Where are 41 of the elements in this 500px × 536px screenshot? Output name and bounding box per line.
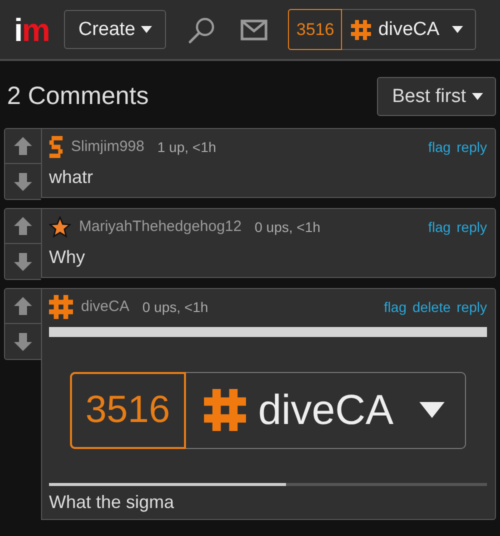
downvote-arrow-icon [13,252,33,272]
comment-meta: 0 ups, <1h [142,298,208,314]
user-badge[interactable]: 3516 diveCA [288,9,476,50]
pixel-avatar-icon [49,136,63,158]
points-count: 3516 [288,9,342,50]
comment-action-link[interactable]: reply [456,218,487,234]
caret-icon [419,402,446,418]
hash-avatar-icon [351,20,372,40]
comment-username[interactable]: Slimjim998 [71,138,144,155]
downvote-arrow-icon [13,172,33,192]
upvote-arrow-icon [13,296,33,316]
comment-action-link[interactable]: flag [384,298,406,314]
comments-title: 2 Comments [7,82,149,111]
upvote-arrow-icon [13,136,33,156]
upvote-arrow-icon [13,216,33,236]
comment-username[interactable]: MariyahThehedgehog12 [79,218,242,235]
comment-text: whatr [49,167,94,188]
comment-action-link[interactable]: flag [428,138,451,154]
caret-icon [472,93,483,100]
comment-text: Why [49,247,86,268]
username-label: diveCA [186,372,466,448]
sort-button[interactable]: Best first [377,77,496,116]
comment-text: What the sigma [49,492,176,513]
comment-meta: 1 up, <1h [157,138,216,154]
comment-username[interactable]: diveCA [81,298,130,315]
hash-avatar-icon [204,389,246,431]
star-icon [49,216,71,238]
user-menu-button[interactable]: diveCA [342,10,476,49]
comment-action-link[interactable]: flag [428,218,451,234]
comment-meta: 0 ups, <1h [254,218,320,234]
downvote-arrow-icon [13,332,33,352]
comment-action-link[interactable]: reply [456,138,487,154]
caret-icon [141,26,152,33]
search-icon[interactable] [188,16,216,44]
create-button[interactable]: Create [64,10,166,49]
comment-action-link[interactable]: delete [412,298,451,314]
site-logo[interactable]: im [14,14,50,46]
caret-icon [452,26,464,33]
hash-avatar-icon [49,294,73,318]
comment-action-link[interactable]: reply [456,298,487,314]
points-count: 3516 [70,372,186,448]
